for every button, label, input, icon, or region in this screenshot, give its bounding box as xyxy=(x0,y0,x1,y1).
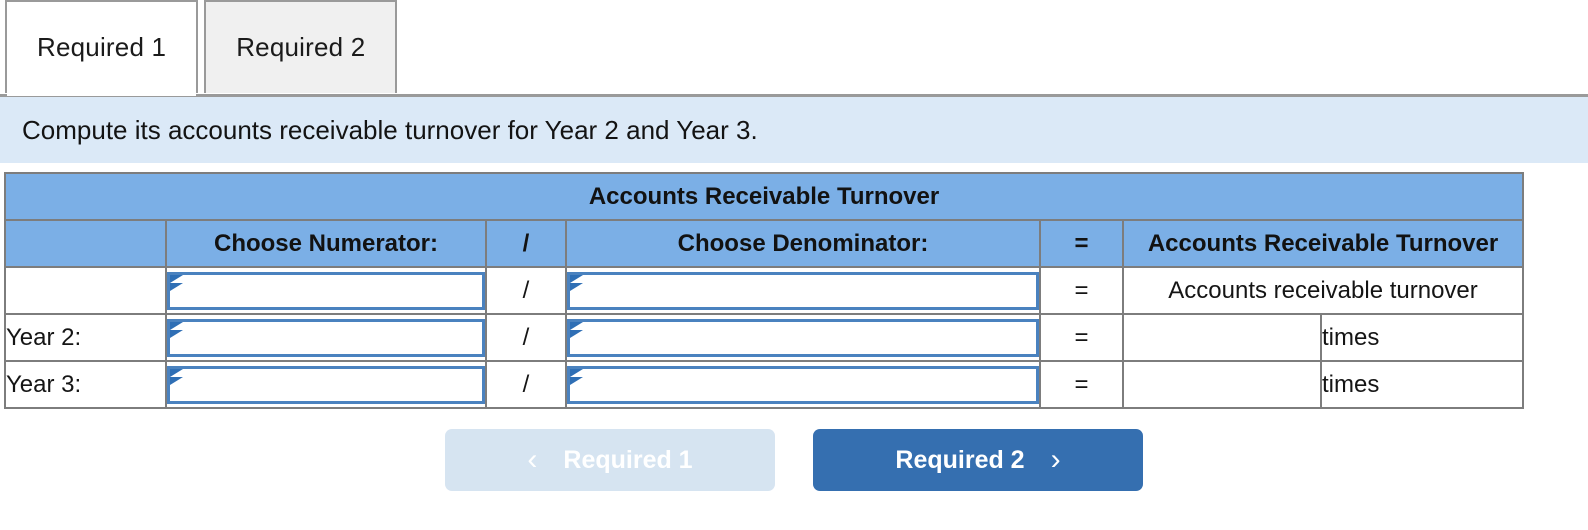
table-header-row: Choose Numerator: / Choose Denominator: … xyxy=(4,219,1525,268)
header-choose-denominator: Choose Denominator: xyxy=(565,219,1041,268)
equals-2: = xyxy=(1039,360,1124,409)
tab-required-2[interactable]: Required 2 xyxy=(204,0,398,93)
next-required-2-button[interactable]: Required 2 › xyxy=(813,429,1143,491)
result-value-1 xyxy=(1122,313,1322,362)
table-row: Year 2: / = times xyxy=(4,313,1525,362)
next-button-label: Required 2 xyxy=(895,445,1025,474)
chevron-right-icon: › xyxy=(1050,443,1061,476)
numerator-dropdown-2[interactable] xyxy=(167,365,485,404)
footer-navigation: ‹ Required 1 Required 2 › xyxy=(0,429,1588,491)
header-result: Accounts Receivable Turnover xyxy=(1121,219,1525,268)
header-choose-numerator: Choose Numerator: xyxy=(165,219,487,268)
dropdown-flag-icon xyxy=(170,321,183,338)
row-label-2: Year 3: xyxy=(4,360,167,409)
equals-1: = xyxy=(1039,313,1124,362)
header-blank xyxy=(4,219,167,268)
numerator-cell-0 xyxy=(165,266,487,315)
result-unit-1: times xyxy=(1319,313,1525,362)
result-value-2 xyxy=(1122,360,1322,409)
header-slash: / xyxy=(485,219,567,268)
denominator-dropdown-0[interactable] xyxy=(567,271,1039,310)
result-unit-2: times xyxy=(1319,360,1525,409)
dropdown-flag-icon xyxy=(570,368,583,385)
dropdown-flag-icon xyxy=(570,321,583,338)
denominator-dropdown-1[interactable] xyxy=(567,318,1039,357)
dropdown-flag-icon xyxy=(570,274,583,291)
tab-required-1-label: Required 1 xyxy=(37,32,167,62)
tab-required-2-label: Required 2 xyxy=(236,32,366,62)
denominator-dropdown-2[interactable] xyxy=(567,365,1039,404)
table-title-row: Accounts Receivable Turnover xyxy=(3,172,1525,221)
numerator-cell-2 xyxy=(165,360,487,409)
numerator-dropdown-1[interactable] xyxy=(167,318,485,357)
header-equals: = xyxy=(1039,219,1124,268)
accounts-receivable-turnover-table: Accounts Receivable Turnover Choose Nume… xyxy=(3,172,1525,409)
denominator-cell-0 xyxy=(565,266,1041,315)
table-row: Year 3: / = times xyxy=(4,360,1525,409)
slash-1: / xyxy=(485,313,567,362)
instruction-banner: Compute its accounts receivable turnover… xyxy=(0,97,1588,163)
table-container: Accounts Receivable Turnover Choose Nume… xyxy=(0,163,1588,409)
dropdown-flag-icon xyxy=(170,274,183,291)
row-label-0 xyxy=(4,266,167,315)
result-text-0: Accounts receivable turnover xyxy=(1121,266,1525,315)
previous-button-label: Required 1 xyxy=(563,445,693,474)
denominator-cell-2 xyxy=(565,360,1041,409)
instruction-text: Compute its accounts receivable turnover… xyxy=(22,114,758,145)
row-label-1: Year 2: xyxy=(4,313,167,362)
numerator-cell-1 xyxy=(165,313,487,362)
tab-required-1[interactable]: Required 1 xyxy=(5,0,199,96)
slash-2: / xyxy=(485,360,567,409)
equals-0: = xyxy=(1039,266,1124,315)
table-title: Accounts Receivable Turnover xyxy=(3,172,1525,221)
tab-bar: Required 1 Required 2 xyxy=(0,0,1588,97)
numerator-dropdown-0[interactable] xyxy=(167,271,485,310)
previous-required-1-button[interactable]: ‹ Required 1 xyxy=(445,429,775,491)
chevron-left-icon: ‹ xyxy=(527,443,538,476)
slash-0: / xyxy=(485,266,567,315)
dropdown-flag-icon xyxy=(170,368,183,385)
denominator-cell-1 xyxy=(565,313,1041,362)
table-row: / = Accounts receivable turnover xyxy=(4,266,1525,315)
